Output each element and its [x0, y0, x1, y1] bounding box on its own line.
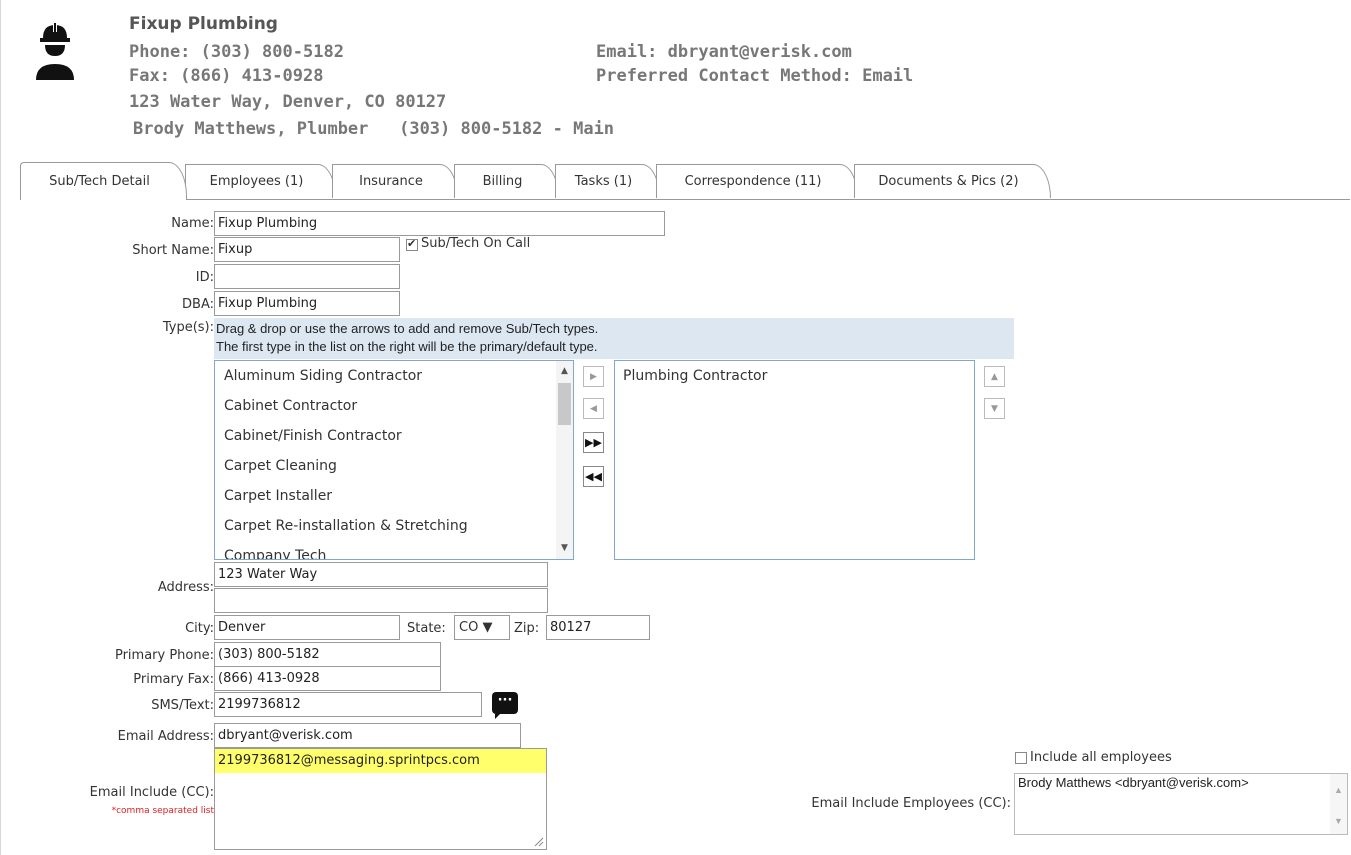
list-item[interactable]: Cabinet Contractor: [215, 391, 573, 421]
list-item[interactable]: Carpet Cleaning: [215, 451, 573, 481]
id-label: ID:: [195, 270, 214, 285]
page-left-border: [0, 0, 1, 855]
short-name-label: Short Name:: [132, 243, 214, 258]
dba-field[interactable]: Fixup Plumbing: [214, 291, 400, 316]
short-name-field[interactable]: Fixup: [214, 237, 400, 262]
list-item[interactable]: Aluminum Siding Contractor: [215, 361, 573, 391]
tab-billing[interactable]: Billing: [454, 164, 559, 198]
list-item[interactable]: Company Tech: [215, 541, 573, 559]
types-label: Type(s):: [162, 320, 214, 335]
scroll-up-icon[interactable]: ▲: [1330, 782, 1347, 799]
email-field[interactable]: dbryant@verisk.com: [214, 723, 521, 748]
header-email: Email: dbryant@verisk.com: [596, 42, 852, 62]
name-field[interactable]: Fixup Plumbing: [214, 211, 665, 236]
include-all-employees-label: Include all employees: [1030, 750, 1172, 765]
state-select[interactable]: CO ▼: [454, 615, 510, 640]
city-field[interactable]: Denver: [214, 615, 400, 640]
primary-phone-label: Primary Phone:: [114, 648, 214, 663]
scroll-up-icon[interactable]: ▲: [556, 363, 573, 380]
tab-tasks[interactable]: Tasks (1): [555, 164, 660, 198]
zip-label: Zip:: [514, 621, 540, 636]
cc-value: 2199736812@messaging.sprintpcs.com: [215, 749, 546, 773]
name-label: Name:: [171, 216, 214, 231]
scroll-down-icon[interactable]: ▼: [1330, 813, 1347, 830]
header-address: 123 Water Way, Denver, CO 80127: [129, 92, 447, 112]
sms-label: SMS/Text:: [151, 698, 214, 713]
header-preferred-contact: Preferred Contact Method: Email: [596, 66, 914, 86]
state-label: State:: [407, 621, 446, 636]
zip-field[interactable]: 80127: [546, 615, 650, 640]
types-help-line-1: Drag & drop or use the arrows to add and…: [216, 321, 599, 336]
list-item[interactable]: Brody Matthews <dbryant@verisk.com>: [1018, 775, 1344, 790]
on-call-checkbox[interactable]: [406, 237, 418, 251]
cc-textarea[interactable]: 2199736812@messaging.sprintpcs.com: [214, 748, 547, 850]
tab-sub-tech-detail[interactable]: Sub/Tech Detail: [20, 162, 187, 200]
available-types-list[interactable]: Aluminum Siding Contractor Cabinet Contr…: [214, 360, 574, 560]
primary-fax-field[interactable]: (866) 413-0928: [214, 666, 441, 691]
address-label: Address:: [157, 580, 214, 595]
tab-insurance[interactable]: Insurance: [332, 164, 458, 198]
city-label: City:: [185, 621, 214, 636]
on-call-label: Sub/Tech On Call: [421, 236, 531, 251]
move-right-icon[interactable]: ▶: [583, 366, 604, 387]
primary-fax-label: Primary Fax:: [133, 672, 214, 687]
employee-cc-list[interactable]: Brody Matthews <dbryant@verisk.com> ▲ ▼: [1014, 773, 1348, 835]
move-all-left-icon[interactable]: ◀◀: [583, 466, 604, 487]
id-field[interactable]: [214, 264, 400, 289]
header-phone: Phone: (303) 800-5182: [129, 42, 344, 62]
company-name: Fixup Plumbing: [129, 14, 278, 34]
list-item[interactable]: Carpet Installer: [215, 481, 573, 511]
move-up-icon[interactable]: ▲: [984, 366, 1005, 387]
resize-grip-icon[interactable]: [534, 837, 544, 847]
cc-note: *comma separated list: [111, 806, 214, 816]
cc-label: Email Include (CC):: [89, 785, 214, 800]
move-left-icon[interactable]: ◀: [583, 398, 604, 419]
address-line1-field[interactable]: 123 Water Way: [214, 562, 548, 587]
move-all-right-icon[interactable]: ▶▶: [583, 432, 604, 453]
send-sms-icon[interactable]: ···: [492, 692, 518, 719]
scrollbar-thumb[interactable]: [558, 383, 571, 425]
address-line2-field[interactable]: [214, 588, 548, 613]
header-fax: Fax: (866) 413-0928: [129, 66, 324, 86]
list-item[interactable]: Carpet Re-installation & Stretching: [215, 511, 573, 541]
list-item[interactable]: Cabinet/Finish Contractor: [215, 421, 573, 451]
construction-worker-icon: [36, 23, 74, 80]
sms-field[interactable]: 2199736812: [214, 692, 482, 717]
scroll-down-icon[interactable]: ▼: [556, 540, 573, 557]
tab-documents-pics[interactable]: Documents & Pics (2): [854, 164, 1051, 198]
selected-types-list[interactable]: Plumbing Contractor: [614, 360, 975, 560]
list-item[interactable]: Plumbing Contractor: [615, 361, 974, 391]
header-contact: Brody Matthews, Plumber (303) 800-5182 -…: [133, 119, 615, 139]
tab-employees[interactable]: Employees (1): [185, 164, 336, 198]
primary-phone-field[interactable]: (303) 800-5182: [214, 642, 441, 667]
types-help-panel: Drag & drop or use the arrows to add and…: [214, 318, 1014, 359]
dba-label: DBA:: [182, 297, 214, 312]
available-types-scrollbar[interactable]: ▲ ▼: [556, 361, 573, 559]
employee-cc-label: Email Include Employees (CC):: [811, 796, 1011, 811]
move-down-icon[interactable]: ▼: [984, 398, 1005, 419]
tab-correspondence[interactable]: Correspondence (11): [656, 164, 858, 198]
email-label: Email Address:: [117, 729, 214, 744]
include-all-employees-checkbox[interactable]: [1015, 752, 1027, 764]
employee-cc-scrollbar[interactable]: ▲ ▼: [1330, 774, 1347, 834]
types-help-line-2: The first type in the list on the right …: [216, 339, 598, 354]
tab-bar: Sub/Tech Detail Employees (1) Insurance …: [20, 162, 1051, 200]
